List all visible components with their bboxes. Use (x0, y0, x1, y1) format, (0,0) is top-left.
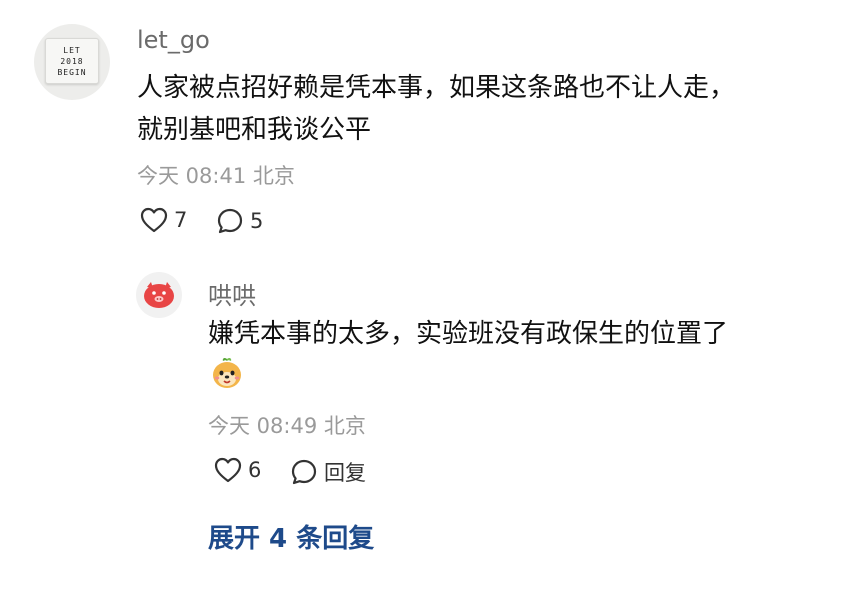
reply-meta: 今天 08:49 北京 (208, 414, 366, 438)
dog-emoji-icon (213, 357, 241, 388)
reply-button-label: 回复 (324, 461, 366, 485)
avatar-text-line: BEGIN (57, 68, 87, 77)
avatar-text-line: 2018 (60, 57, 84, 66)
reply-avatar[interactable] (136, 272, 182, 318)
avatar[interactable]: LET 2018 BEGIN (34, 24, 110, 100)
like-button[interactable]: 7 (140, 207, 187, 233)
heart-icon (140, 207, 168, 233)
reply-like-count: 6 (248, 458, 262, 482)
comment-bubble-icon (291, 459, 317, 485)
avatar-text-line: LET (63, 46, 81, 55)
reply-username[interactable]: 哄哄 (208, 276, 256, 311)
reply-button[interactable]: 回复 (290, 457, 366, 487)
like-count: 7 (174, 208, 188, 232)
expand-replies-link[interactable]: 展开 4 条回复 (208, 518, 374, 555)
reply-like-button[interactable]: 6 (214, 457, 261, 483)
reply-text: 嫌凭本事的太多，实验班没有政保生的位置了 (208, 319, 729, 349)
pig-icon (144, 282, 174, 308)
heart-icon (214, 457, 242, 483)
reply-count-button[interactable]: 5 (216, 207, 263, 235)
comment-bubble-icon (217, 208, 243, 234)
comment-username[interactable]: let_go (137, 26, 210, 54)
emoji-sticker (210, 356, 244, 394)
reply-count: 5 (250, 209, 264, 233)
avatar-lightbox-image: LET 2018 BEGIN (45, 38, 99, 84)
comment-text-line: 就别基吧和我谈公平 (137, 115, 372, 145)
comment-text-line: 人家被点招好赖是凭本事，如果这条路也不让人走， (137, 73, 736, 103)
comment-meta: 今天 08:41 北京 (137, 164, 295, 188)
